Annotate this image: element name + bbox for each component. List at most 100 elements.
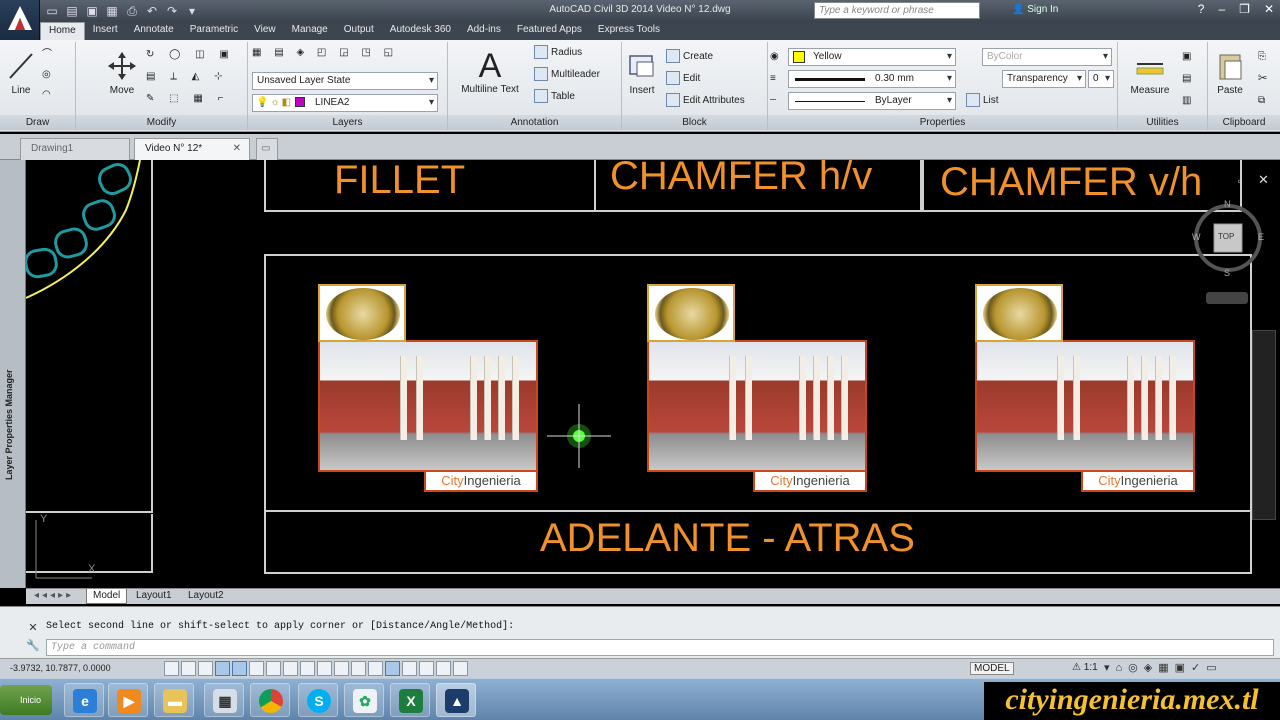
clipboard-icons[interactable]: ⎘ ✂ ⧉ [1258,46,1274,106]
status-toggle-button[interactable] [232,661,247,676]
tab-add-ins[interactable]: Add-ins [459,22,509,40]
image-card-1[interactable]: CityIngenieria [318,284,538,494]
application-menu-button[interactable] [0,0,40,40]
new-tab-icon[interactable]: ▭ [256,138,278,160]
status-toggle-button[interactable] [181,661,196,676]
polyline-icon[interactable]: ⌒ [42,46,52,64]
image-card-3[interactable]: CityIngenieria [975,284,1195,494]
taskbar-autocad[interactable]: ▲ [436,683,476,717]
edit-block-button[interactable]: Edit [666,70,700,88]
radius-button[interactable]: Radius [534,44,582,62]
layer-state-dropdown[interactable]: Unsaved Layer State [252,72,438,90]
viewcube-north[interactable]: N [1224,199,1231,209]
search-input[interactable]: Type a keyword or phrase [814,2,980,19]
layout-nav-arrows[interactable]: ◂◂◂▸▸ [28,589,80,604]
status-toggle-button[interactable] [198,661,213,676]
doc-tab-drawing1[interactable]: Drawing1 [20,138,130,160]
status-toggle-button[interactable] [266,661,281,676]
linetype-dropdown[interactable]: ByLayer [788,92,956,110]
taskbar-chrome[interactable] [250,683,290,717]
lineweight-dropdown[interactable]: 0.30 mm [788,70,956,88]
status-toggle-button[interactable] [283,661,298,676]
bycolor-dropdown[interactable]: ByColor [982,48,1112,66]
taskbar-explorer[interactable]: ▬ [154,683,194,717]
taskbar-app-grid[interactable]: ▦ [204,683,244,717]
create-block-button[interactable]: Create [666,48,713,66]
start-button[interactable]: Inicio [0,685,52,715]
multileader-button[interactable]: Multileader [534,66,600,84]
tab-parametric[interactable]: Parametric [182,22,246,40]
close-tab-icon[interactable]: ✕ [233,139,241,159]
taskbar-internet-explorer[interactable]: e [64,683,104,717]
modify-tools-row-2[interactable]: ▤ ⟂ ◭ ⊹ [146,68,229,86]
help-icon[interactable]: ? [1198,2,1205,16]
viewcube-south[interactable]: S [1224,268,1230,278]
tab-output[interactable]: Output [336,22,382,40]
status-tray-icons[interactable]: ▾⌂◎◈▦▣✓▭ [1104,661,1223,674]
layer-properties-palette[interactable]: Layer Properties Manager [0,160,26,588]
measure-button[interactable]: Measure [1128,50,1172,96]
sign-in-link[interactable]: 👤 Sign In [1012,4,1058,15]
vertical-scrollbar[interactable] [1252,330,1276,520]
annotation-panel-title[interactable]: Annotation [448,115,621,130]
draw-panel-title[interactable]: Draw [0,115,75,130]
modify-panel-title[interactable]: Modify [76,115,247,130]
modify-tools-row-1[interactable]: ↻ ◯ ◫ ▣ [146,46,235,64]
clipboard-panel-title[interactable]: Clipboard [1208,115,1280,130]
taskbar-excel[interactable]: X [390,683,430,717]
tab-express-tools[interactable]: Express Tools [590,22,668,40]
image-card-2[interactable]: CityIngenieria [647,284,867,494]
command-input[interactable]: Type a command [46,639,1274,656]
viewport-restore-icon[interactable]: ▫ [1238,174,1242,188]
layer-tools[interactable]: ▦ ▤ ◈ ◰ ◲ ◳ ◱ [252,44,398,62]
close-icon[interactable]: ✕ [1264,2,1274,16]
restore-icon[interactable]: ❐ [1239,2,1250,16]
edit-attributes-button[interactable]: Edit Attributes [666,92,745,110]
paste-button[interactable]: Paste [1212,50,1248,96]
wcs-menu[interactable] [1206,292,1248,304]
tab-view[interactable]: View [246,22,284,40]
status-toggle-button[interactable] [351,661,366,676]
tab-featured-apps[interactable]: Featured Apps [509,22,590,40]
transparency-value[interactable]: 0 [1088,70,1114,88]
transparency-field[interactable]: Transparency [1002,70,1086,88]
properties-panel-title[interactable]: Properties [768,115,1117,130]
customize-icon[interactable]: 🔧 [24,637,42,655]
table-button[interactable]: Table [534,88,575,106]
taskbar-paint[interactable]: ✿ [344,683,384,717]
tab-model[interactable]: Model [86,589,128,604]
taskbar-media-player[interactable]: ▶ [108,683,148,717]
status-toggle-button[interactable] [436,661,451,676]
line-button[interactable]: Line [4,50,38,96]
taskbar-skype[interactable]: S [298,683,338,717]
insert-button[interactable]: Insert [624,50,660,96]
multiline-text-button[interactable]: A Multiline Text [456,48,524,95]
tab-manage[interactable]: Manage [284,22,336,40]
status-toggle-button[interactable] [453,661,468,676]
status-toggle-button[interactable] [334,661,349,676]
status-toggle-button[interactable] [402,661,417,676]
utility-icons[interactable]: ▣ ▤ ▥ [1182,46,1202,106]
status-toggle-button[interactable] [385,661,400,676]
match-properties-icon[interactable]: ◉ [770,48,779,66]
utilities-panel-title[interactable]: Utilities [1118,115,1207,130]
viewcube[interactable]: TOP N S E W [1188,198,1266,302]
modify-tools-row-3[interactable]: ✎ ⬚ ▦ ⌐ [146,90,229,108]
status-toggle-button[interactable] [164,661,179,676]
status-toggle-button[interactable] [300,661,315,676]
move-button[interactable]: Move [104,50,140,96]
status-toggle-button[interactable] [419,661,434,676]
tab-layout1[interactable]: Layout1 [130,589,178,604]
tab-home[interactable]: Home [40,22,85,40]
viewport-close-icon[interactable]: ✕ [1258,172,1269,188]
color-dropdown[interactable]: Yellow [788,48,956,66]
viewcube-east[interactable]: E [1258,232,1264,242]
tab-autodesk-360[interactable]: Autodesk 360 [382,22,459,40]
layers-panel-title[interactable]: Layers [248,115,447,130]
viewcube-west[interactable]: W [1192,232,1201,242]
close-command-line-icon[interactable]: ✕ [24,619,42,637]
doc-tab-video-12[interactable]: Video N° 12* ✕ [134,138,250,160]
annotation-scale[interactable]: ⚠ 1:1 [1072,662,1098,673]
minimize-icon[interactable]: – [1218,2,1225,16]
list-button[interactable]: List [966,92,999,110]
